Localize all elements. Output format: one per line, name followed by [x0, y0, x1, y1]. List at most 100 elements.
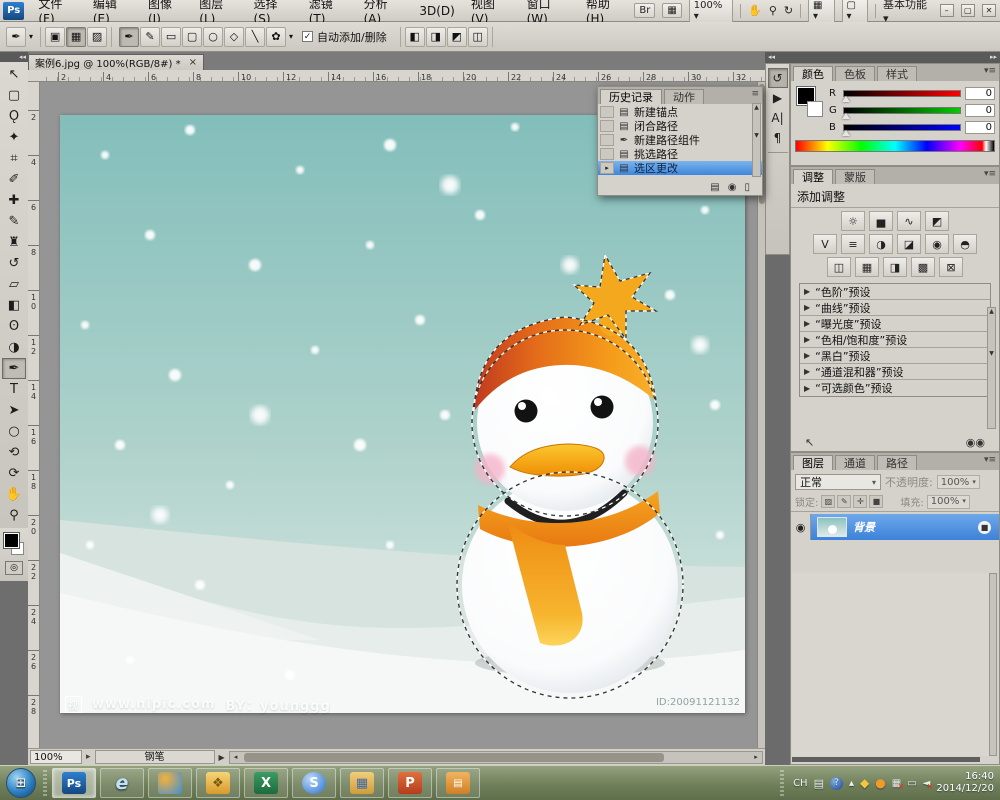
menu-item[interactable]: 窗口(W)	[519, 0, 578, 22]
adjustment-button[interactable]: ▦	[855, 257, 879, 277]
zoom-level-dropdown[interactable]: 100% ▾	[689, 0, 733, 24]
network-icon[interactable]: ▦✕	[892, 778, 901, 789]
expand-arrow-icon[interactable]: ▶	[804, 351, 810, 360]
history-scrollbar[interactable]: ▲▼	[752, 103, 761, 177]
language-indicator[interactable]: CH	[793, 778, 808, 789]
shape-tool-button[interactable]: ✒	[119, 27, 139, 47]
panel-menu-icon[interactable]: ▾≡	[984, 66, 996, 76]
history-state-row[interactable]: ✒ 新建路径组件	[598, 133, 762, 147]
update-tray-icon[interactable]: ●	[875, 776, 885, 790]
path-combine-button[interactable]: ◨	[426, 27, 446, 47]
tool-button[interactable]: ▢	[2, 85, 26, 106]
layer-thumbnail[interactable]	[817, 517, 847, 537]
status-menu-arrow[interactable]: ▶	[219, 753, 225, 762]
shape-tool-button[interactable]: ▢	[182, 27, 202, 47]
switch-panel-view-icon[interactable]: ↖	[805, 436, 814, 449]
new-document-from-state-icon[interactable]: ▤	[710, 182, 719, 193]
tool-button[interactable]: T	[2, 379, 26, 400]
background-color-swatch[interactable]	[807, 101, 823, 117]
clock[interactable]: 16:40 2014/12/20	[936, 771, 994, 795]
panel-tab[interactable]: 路径	[877, 455, 917, 470]
presets-scrollbar[interactable]: ▲▼	[987, 307, 996, 429]
panel-tab[interactable]: 历史记录	[600, 89, 662, 104]
fill-field[interactable]: 100%▾	[927, 495, 970, 509]
tool-button[interactable]: ○	[2, 421, 26, 442]
history-source-well[interactable]	[600, 162, 614, 174]
preset-group-row[interactable]: ▶ “曲线”预设	[800, 300, 990, 316]
security-tray-icon[interactable]: ◆	[860, 776, 869, 790]
history-source-well[interactable]	[600, 120, 614, 132]
adjustment-button[interactable]: ◓	[953, 234, 977, 254]
preset-group-row[interactable]: ▶ “色相/饱和度”预设	[800, 332, 990, 348]
expand-arrow-icon[interactable]: ▶	[804, 287, 810, 296]
shape-tool-button[interactable]: ✿	[266, 27, 286, 47]
quick-mask-button[interactable]: ◎	[5, 561, 23, 575]
expand-arrow-icon[interactable]: ▶	[804, 335, 810, 344]
dock-panel-icon[interactable]: A|	[768, 108, 788, 128]
adjustment-button[interactable]: ◑	[869, 234, 893, 254]
menu-item[interactable]: 文件(F)	[30, 0, 85, 22]
panel-tab[interactable]: 样式	[877, 66, 917, 81]
blend-mode-select[interactable]: 正常 ▾	[795, 474, 881, 490]
adjustment-button[interactable]: ≡	[841, 234, 865, 254]
lock-button[interactable]: ▨	[821, 495, 835, 508]
tool-button[interactable]: ▱	[2, 274, 26, 295]
taskbar-app-button[interactable]	[148, 768, 192, 798]
menu-item[interactable]: 编辑(E)	[85, 0, 140, 22]
slider-thumb[interactable]	[842, 130, 850, 136]
scroll-left-arrow[interactable]: ◂	[230, 752, 242, 763]
history-state-row[interactable]: ▤ 新建锚点	[598, 105, 762, 119]
tool-button[interactable]: ♜	[2, 232, 26, 253]
tool-button[interactable]: ʘ	[2, 316, 26, 337]
expand-arrow-icon[interactable]: ▶	[804, 384, 810, 393]
channel-value-field[interactable]: 0	[965, 104, 995, 117]
dock-collapse-bar[interactable]: ◂◂ ▸▸	[765, 52, 1000, 63]
menu-item[interactable]: 图像(I)	[140, 0, 191, 22]
minimize-button[interactable]: –	[940, 4, 954, 17]
menu-item[interactable]: 分析(A)	[356, 0, 412, 22]
opacity-field[interactable]: 100%▾	[937, 475, 980, 489]
history-source-well[interactable]	[600, 106, 614, 118]
view-extras-button[interactable]: ▦	[662, 3, 681, 18]
tool-button[interactable]: ✐	[2, 169, 26, 190]
draw-mode-button[interactable]: ▦	[66, 27, 86, 47]
preset-group-row[interactable]: ▶ “可选颜色”预设	[800, 380, 990, 396]
tool-button[interactable]: ✒	[2, 358, 26, 379]
tool-button[interactable]: ✚	[2, 190, 26, 211]
menu-item[interactable]: 3D(D)	[411, 0, 462, 22]
adjustment-button[interactable]: ☼	[841, 211, 865, 231]
panel-tab[interactable]: 通道	[835, 455, 875, 470]
path-combine-button[interactable]: ◩	[447, 27, 467, 47]
tools-collapse-button[interactable]: ◂◂	[0, 52, 28, 62]
menu-item[interactable]: 选择(S)	[246, 0, 301, 22]
panel-menu-icon[interactable]: ▾≡	[984, 455, 996, 465]
panel-tab[interactable]: 蒙版	[835, 169, 875, 184]
menu-item[interactable]: 滤镜(T)	[301, 0, 356, 22]
shape-tool-button[interactable]: ▭	[161, 27, 181, 47]
channel-value-field[interactable]: 0	[965, 121, 995, 134]
arrange-documents-button[interactable]: ▦ ▾	[808, 0, 835, 24]
shape-arrow-icon[interactable]: ▾	[289, 32, 293, 41]
layers-scrollbar[interactable]	[989, 573, 997, 756]
delete-state-icon[interactable]: ▯	[744, 182, 750, 193]
taskbar-app-button[interactable]: ▦	[340, 768, 384, 798]
adjustment-button[interactable]: V	[813, 234, 837, 254]
preset-group-row[interactable]: ▶ “曝光度”预设	[800, 316, 990, 332]
adjustment-button[interactable]: ⊠	[939, 257, 963, 277]
lock-button[interactable]: ■	[869, 495, 883, 508]
taskbar-app-button[interactable]: e	[100, 768, 144, 798]
preset-group-row[interactable]: ▶ “黑白”预设	[800, 348, 990, 364]
history-state-row[interactable]: ▤ 挑选路径	[598, 147, 762, 161]
taskbar-app-button[interactable]: S	[292, 768, 336, 798]
path-combine-button[interactable]: ◧	[405, 27, 425, 47]
expand-arrow-icon[interactable]: ▶	[804, 303, 810, 312]
channel-slider[interactable]	[843, 124, 961, 131]
adjustment-button[interactable]: ▩	[911, 257, 935, 277]
tool-button[interactable]: ◑	[2, 337, 26, 358]
preset-group-row[interactable]: ▶ “通道混和器”预设	[800, 364, 990, 380]
screen-mode-button[interactable]: ▢ ▾	[842, 0, 869, 24]
panel-menu-icon[interactable]: ▾≡	[984, 169, 996, 179]
tool-button[interactable]: ➤	[2, 400, 26, 421]
shape-tool-button[interactable]: ○	[203, 27, 223, 47]
menu-item[interactable]: 视图(V)	[463, 0, 519, 22]
